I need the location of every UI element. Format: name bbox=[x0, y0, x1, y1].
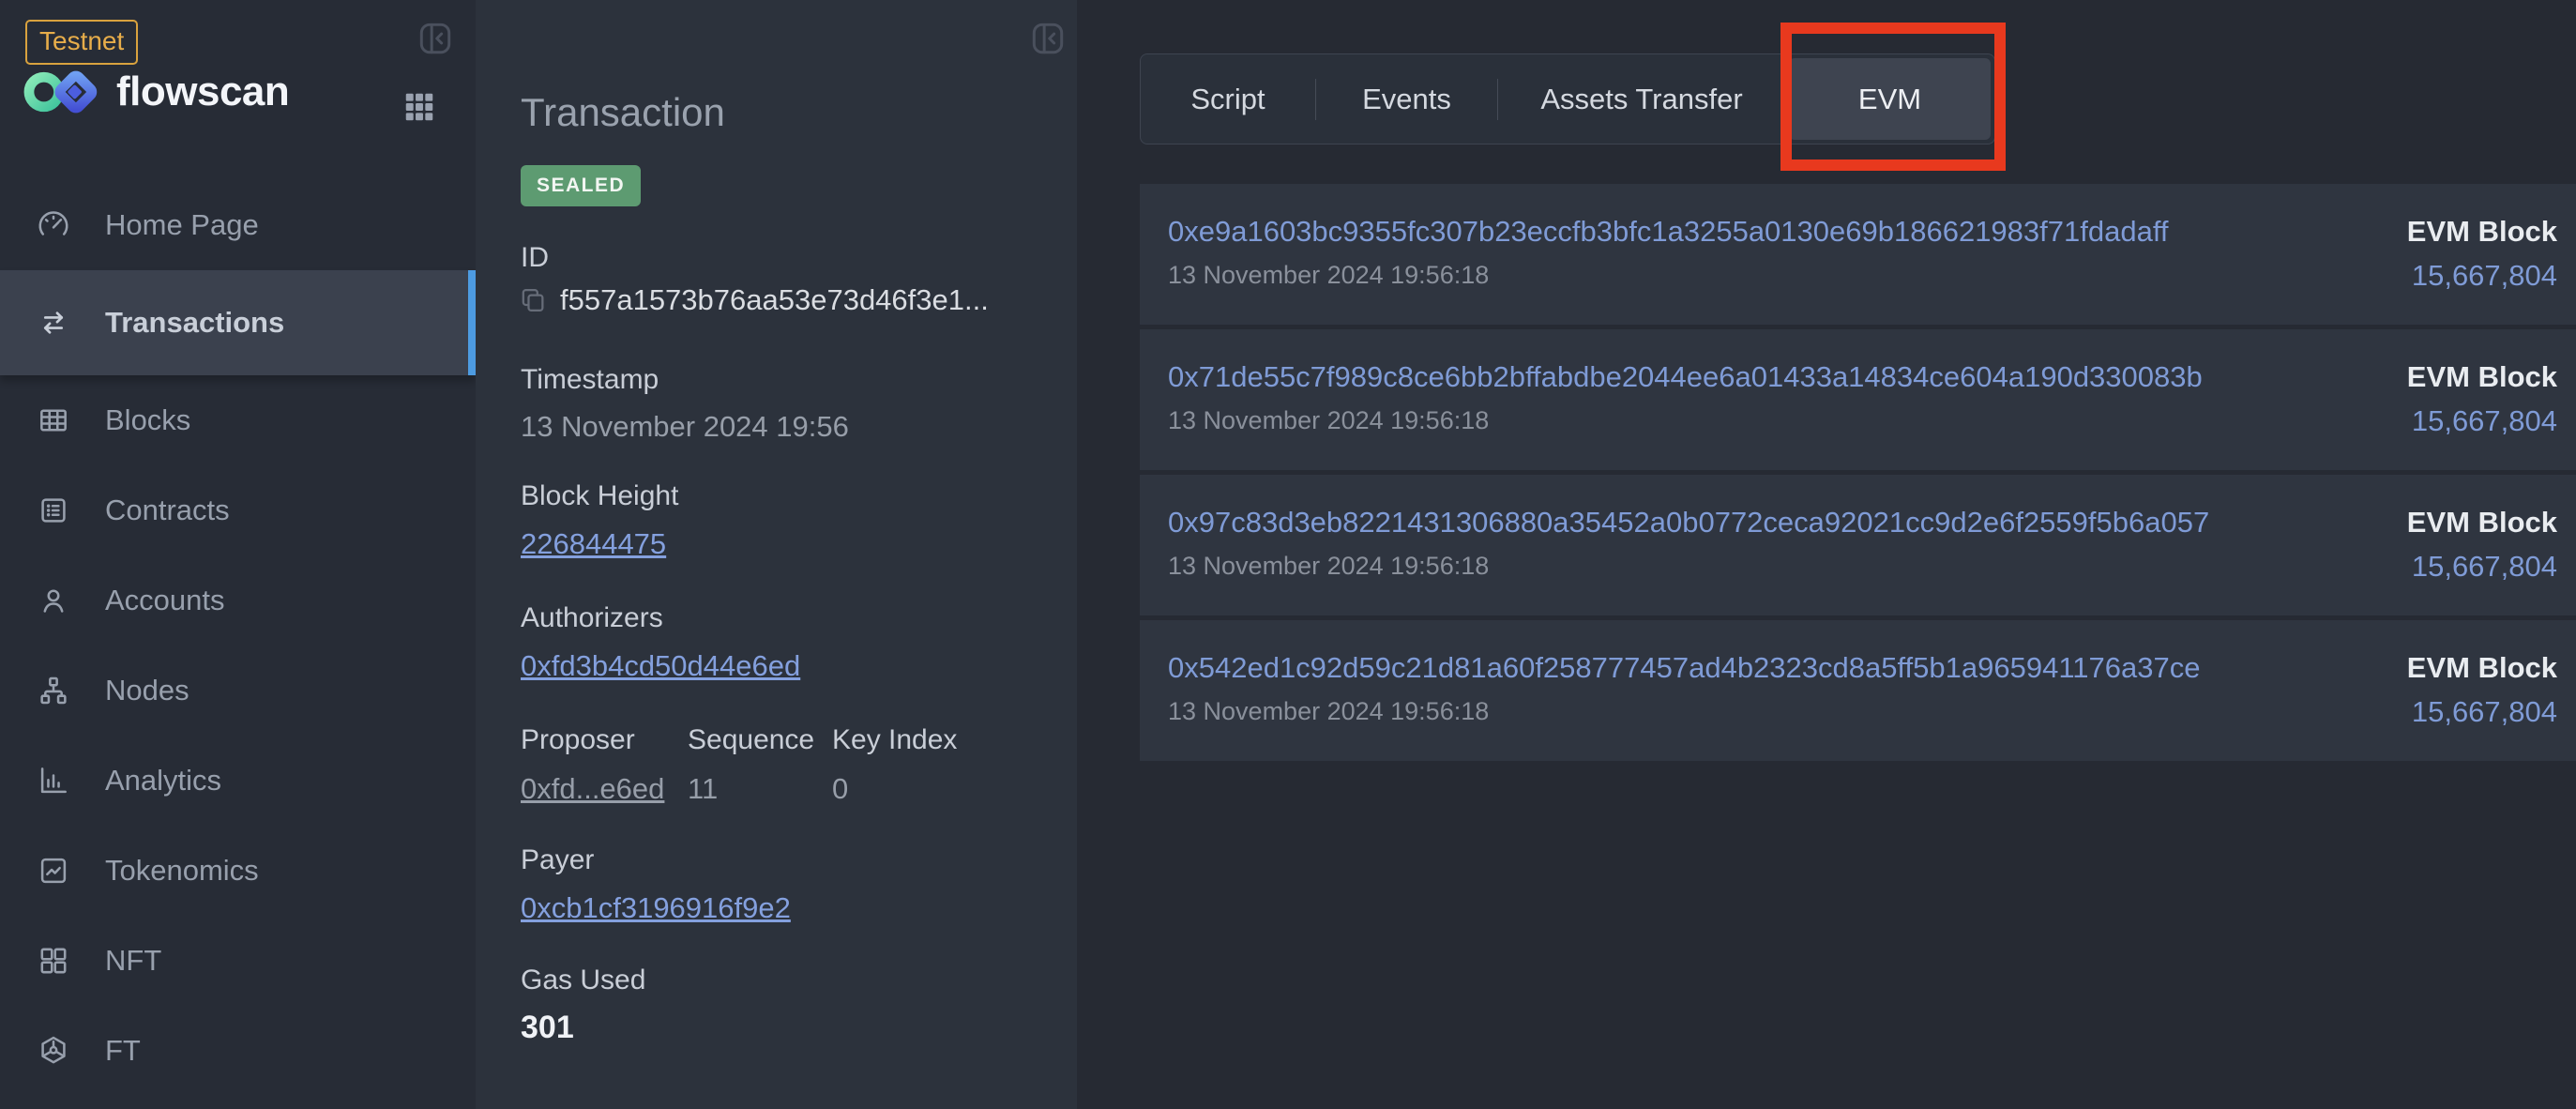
evm-block-label: EVM Block bbox=[2407, 651, 2557, 685]
flowscan-logo-icon bbox=[23, 66, 103, 118]
sidebar-item-label: Transactions bbox=[105, 306, 284, 340]
evm-block-label: EVM Block bbox=[2407, 506, 2557, 539]
payer-link[interactable]: 0xcb1cf3196916f9e2 bbox=[521, 891, 791, 925]
transaction-detail-panel: Transaction SEALED ID f557a1573b76aa53e7… bbox=[476, 0, 1077, 1109]
sidebar-item-label: Contracts bbox=[105, 494, 230, 527]
block-height-label: Block Height bbox=[521, 480, 678, 512]
authorizers-link[interactable]: 0xfd3b4cd50d44e6ed bbox=[521, 649, 800, 683]
transaction-id-value: f557a1573b76aa53e73d46f3e1... bbox=[560, 283, 989, 317]
key-index-value: 0 bbox=[832, 772, 957, 806]
bar-chart-icon bbox=[36, 763, 71, 798]
sidebar-item-ft[interactable]: FT bbox=[0, 1006, 476, 1096]
copy-icon bbox=[517, 284, 549, 316]
sidebar-item-label: Nodes bbox=[105, 674, 189, 707]
key-index-label: Key Index bbox=[832, 724, 957, 756]
trend-chart-icon bbox=[36, 853, 71, 889]
timestamp-label: Timestamp bbox=[521, 364, 659, 396]
sidebar-item-nodes[interactable]: Nodes bbox=[0, 646, 476, 736]
hierarchy-icon bbox=[36, 673, 71, 708]
sidebar-item-label: Blocks bbox=[105, 403, 190, 437]
collapse-panel-icon bbox=[416, 19, 455, 58]
block-height-link[interactable]: 226844475 bbox=[521, 527, 666, 561]
sidebar-item-home-page[interactable]: Home Page bbox=[0, 180, 476, 270]
evm-transaction-list: 0xe9a1603bc9355fc307b23eccfb3bfc1a3255a0… bbox=[1140, 184, 2576, 766]
timestamp-value: 13 November 2024 19:56 bbox=[521, 410, 849, 444]
evm-tx-timestamp: 13 November 2024 19:56:18 bbox=[1168, 552, 1489, 581]
sequence-value: 11 bbox=[688, 772, 832, 806]
sidebar-nav: Home Page Transactions Blocks bbox=[0, 180, 476, 1096]
tab-script[interactable]: Script bbox=[1141, 54, 1315, 144]
evm-tx-timestamp: 13 November 2024 19:56:18 bbox=[1168, 261, 1489, 290]
brand-logo[interactable]: flowscan bbox=[23, 66, 289, 118]
sidebar-item-label: NFT bbox=[105, 944, 161, 978]
evm-block-label: EVM Block bbox=[2407, 215, 2557, 249]
sidebar-item-analytics[interactable]: Analytics bbox=[0, 736, 476, 826]
grid-apps-icon bbox=[402, 89, 437, 125]
sidebar-item-label: Home Page bbox=[105, 208, 259, 242]
page-title: Transaction bbox=[521, 90, 725, 135]
table-row: 0x542ed1c92d59c21d81a60f258777457ad4b232… bbox=[1140, 620, 2576, 761]
proposer-label: Proposer bbox=[521, 724, 688, 756]
gas-used-label: Gas Used bbox=[521, 965, 645, 996]
evm-content-panel: Script Events Assets Transfer EVM 0xe9a1… bbox=[1077, 0, 2576, 1109]
panel-collapse-button[interactable] bbox=[1028, 19, 1068, 58]
person-icon bbox=[36, 583, 71, 618]
sequence-label: Sequence bbox=[688, 724, 832, 756]
key-index-column: Key Index 0 bbox=[832, 724, 957, 806]
tab-assets-transfer[interactable]: Assets Transfer bbox=[1498, 54, 1785, 144]
sidebar-item-label: FT bbox=[105, 1034, 141, 1068]
sidebar-collapse-button[interactable] bbox=[416, 19, 455, 58]
evm-tx-hash-link[interactable]: 0x71de55c7f989c8ce6bb2bffabdbe2044ee6a01… bbox=[1168, 360, 2203, 394]
proposer-row: Proposer 0xfd...e6ed Sequence 11 Key Ind… bbox=[521, 724, 957, 806]
gas-used-value: 301 bbox=[521, 1010, 574, 1046]
sidebar-item-label: Analytics bbox=[105, 764, 221, 798]
collapse-panel-icon bbox=[1028, 19, 1068, 58]
sidebar-item-nft[interactable]: NFT bbox=[0, 916, 476, 1006]
sidebar-item-blocks[interactable]: Blocks bbox=[0, 375, 476, 465]
sidebar-item-transactions[interactable]: Transactions bbox=[0, 270, 476, 375]
token-cube-icon bbox=[36, 1033, 71, 1069]
evm-block-number-link[interactable]: 15,667,804 bbox=[2412, 259, 2557, 293]
evm-block-number-link[interactable]: 15,667,804 bbox=[2412, 695, 2557, 729]
evm-tx-timestamp: 13 November 2024 19:56:18 bbox=[1168, 697, 1489, 726]
evm-tx-hash-link[interactable]: 0x542ed1c92d59c21d81a60f258777457ad4b232… bbox=[1168, 651, 2200, 685]
proposer-column: Proposer 0xfd...e6ed bbox=[521, 724, 688, 806]
sidebar-item-accounts[interactable]: Accounts bbox=[0, 555, 476, 646]
evm-block-label: EVM Block bbox=[2407, 360, 2557, 394]
proposer-link[interactable]: 0xfd...e6ed bbox=[521, 772, 688, 806]
table-row: 0xe9a1603bc9355fc307b23eccfb3bfc1a3255a0… bbox=[1140, 184, 2576, 325]
sidebar-item-label: Accounts bbox=[105, 584, 225, 617]
sidebar-item-label: Tokenomics bbox=[105, 854, 259, 888]
speedometer-icon bbox=[36, 207, 71, 243]
id-label: ID bbox=[521, 242, 549, 274]
transaction-id-row: f557a1573b76aa53e73d46f3e1... bbox=[517, 283, 989, 317]
tab-evm[interactable]: EVM bbox=[1789, 58, 1991, 140]
evm-block-number-link[interactable]: 15,667,804 bbox=[2412, 404, 2557, 438]
transfer-arrows-icon bbox=[36, 305, 71, 341]
evm-tx-hash-link[interactable]: 0x97c83d3eb8221431306880a35452a0b0772cec… bbox=[1168, 506, 2209, 539]
table-grid-icon bbox=[36, 403, 71, 438]
contract-list-icon bbox=[36, 493, 71, 528]
payer-label: Payer bbox=[521, 844, 594, 876]
apps-menu-button[interactable] bbox=[402, 89, 437, 125]
brand-name: flowscan bbox=[116, 68, 289, 115]
evm-tx-hash-link[interactable]: 0xe9a1603bc9355fc307b23eccfb3bfc1a3255a0… bbox=[1168, 215, 2169, 249]
four-squares-icon bbox=[36, 943, 71, 979]
sidebar-item-tokenomics[interactable]: Tokenomics bbox=[0, 826, 476, 916]
sidebar-item-contracts[interactable]: Contracts bbox=[0, 465, 476, 555]
network-badge[interactable]: Testnet bbox=[25, 20, 138, 65]
evm-tx-timestamp: 13 November 2024 19:56:18 bbox=[1168, 406, 1489, 435]
tab-bar: Script Events Assets Transfer EVM bbox=[1140, 53, 1995, 144]
copy-button[interactable] bbox=[517, 284, 549, 316]
table-row: 0x97c83d3eb8221431306880a35452a0b0772cec… bbox=[1140, 475, 2576, 615]
table-row: 0x71de55c7f989c8ce6bb2bffabdbe2044ee6a01… bbox=[1140, 329, 2576, 470]
sidebar: Testnet flowscan bbox=[0, 0, 476, 1109]
tab-events[interactable]: Events bbox=[1316, 54, 1497, 144]
sequence-column: Sequence 11 bbox=[688, 724, 832, 806]
authorizers-label: Authorizers bbox=[521, 602, 663, 634]
status-badge: SEALED bbox=[521, 165, 641, 206]
evm-block-number-link[interactable]: 15,667,804 bbox=[2412, 550, 2557, 584]
